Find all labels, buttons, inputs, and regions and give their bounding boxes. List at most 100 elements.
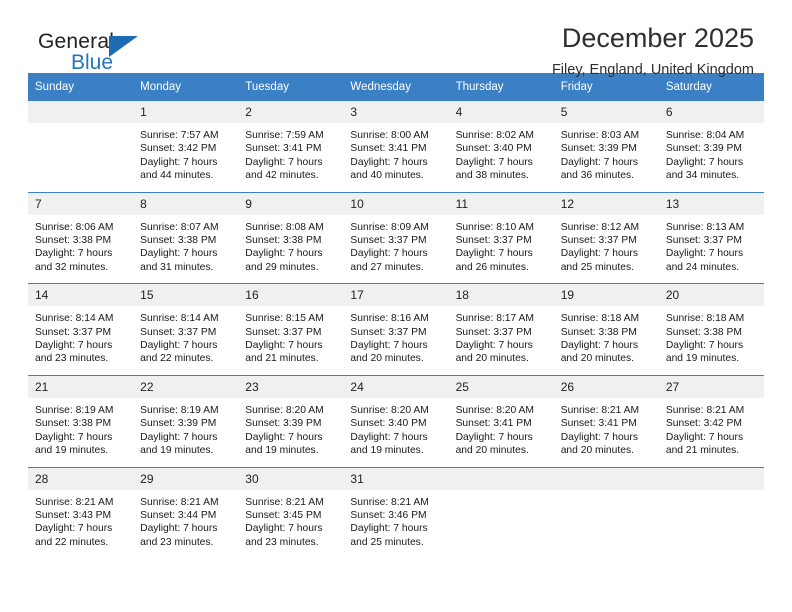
daylight-text-line2: and 20 minutes.	[455, 353, 529, 365]
sunset-text: Sunset: 3:37 PM	[140, 326, 217, 338]
calendar-day-cell[interactable]: 27 Sunrise: 8:21 AM Sunset: 3:42 PM Dayligh…	[658, 374, 764, 467]
calendar-day-cell[interactable]: 17 Sunrise: 8:16 AM Sunset: 3:37 PM Dayligh…	[343, 283, 449, 376]
calendar-day-cell[interactable]: 20 Sunrise: 8:18 AM Sunset: 3:38 PM Dayligh…	[658, 283, 764, 376]
sunrise-text: Sunrise: 7:59 AM	[245, 130, 324, 141]
day-sun-info: Sunrise: 8:14 AM Sunset: 3:37 PM Daylight:…	[28, 306, 133, 375]
calendar-day-cell[interactable]: 21 Sunrise: 8:19 AM Sunset: 3:38 PM Dayligh…	[28, 374, 134, 467]
calendar-day-cell[interactable]: 28 Sunrise: 8:21 AM Sunset: 3:43 PM Dayligh…	[28, 466, 134, 559]
sunrise-text: Sunrise: 8:02 AM	[455, 130, 534, 141]
calendar-day-cell[interactable]: 6 Sunrise: 8:04 AM Sunset: 3:39 PM Daylight…	[658, 101, 764, 193]
calendar-day-cell[interactable]: 14 Sunrise: 8:14 AM Sunset: 3:37 PM Dayligh…	[28, 283, 134, 376]
sunset-text: Sunset: 3:43 PM	[35, 509, 112, 521]
calendar-week-row: 28 Sunrise: 8:21 AM Sunset: 3:43 PM Dayligh…	[28, 466, 764, 559]
day-sun-info: Sunrise: 8:21 AM Sunset: 3:46 PM Daylight:…	[343, 490, 448, 559]
day-sun-info: Sunrise: 8:04 AM Sunset: 3:39 PM Daylight:…	[659, 123, 764, 192]
calendar-day-cell[interactable]: 31 Sunrise: 8:21 AM Sunset: 3:46 PM Dayligh…	[343, 466, 449, 559]
calendar-week-row: 7 Sunrise: 8:06 AM Sunset: 3:38 PM Daylight…	[28, 191, 764, 284]
calendar-day-cell[interactable]: 5 Sunrise: 8:03 AM Sunset: 3:39 PM Daylight…	[553, 101, 659, 193]
sunset-text: Sunset: 3:37 PM	[665, 235, 742, 247]
sunset-text: Sunset: 3:40 PM	[350, 418, 427, 430]
day-number: 18	[448, 284, 554, 307]
calendar-day-cell[interactable]: 16 Sunrise: 8:15 AM Sunset: 3:37 PM Dayligh…	[238, 283, 344, 376]
sunset-text: Sunset: 3:39 PM	[245, 418, 322, 430]
sunset-text: Sunset: 3:38 PM	[35, 418, 112, 430]
sunrise-text: Sunrise: 8:18 AM	[665, 313, 745, 325]
general-blue-logo[interactable]: General Blue	[38, 30, 148, 78]
calendar-day-cell[interactable]: 29 Sunrise: 8:21 AM Sunset: 3:44 PM Dayligh…	[133, 466, 239, 559]
daylight-text-line2: and 42 minutes.	[245, 170, 319, 182]
calendar-day-cell[interactable]: 15 Sunrise: 8:14 AM Sunset: 3:37 PM Dayligh…	[133, 283, 239, 376]
sunrise-text: Sunrise: 8:17 AM	[455, 313, 534, 325]
calendar-day-cell[interactable]: 30 Sunrise: 8:21 AM Sunset: 3:45 PM Dayligh…	[238, 466, 344, 559]
calendar-day-cell[interactable]: 2 Sunrise: 7:59 AM Sunset: 3:41 PM Daylight…	[238, 101, 344, 193]
calendar-day-cell[interactable]: 4 Sunrise: 8:02 AM Sunset: 3:40 PM Daylight…	[448, 101, 554, 193]
sunrise-text: Sunrise: 7:57 AM	[140, 130, 219, 141]
day-sun-info: Sunrise: 8:15 AM Sunset: 3:37 PM Daylight:…	[238, 306, 343, 375]
day-number: 20	[658, 284, 764, 307]
day-number: 17	[343, 284, 449, 307]
calendar-week-row: 21 Sunrise: 8:19 AM Sunset: 3:38 PM Dayligh…	[28, 374, 764, 467]
calendar-week-row: 1 Sunrise: 7:57 AM Sunset: 3:42 PM Daylight…	[28, 101, 764, 193]
sunset-text: Sunset: 3:41 PM	[245, 143, 322, 155]
daylight-text-line2: and 23 minutes.	[245, 536, 319, 548]
sunrise-text: Sunrise: 8:21 AM	[350, 496, 429, 508]
sunrise-text: Sunrise: 8:21 AM	[665, 404, 745, 416]
calendar-day-cell[interactable]: 26 Sunrise: 8:21 AM Sunset: 3:41 PM Dayligh…	[553, 374, 659, 467]
calendar-day-cell[interactable]: 19 Sunrise: 8:18 AM Sunset: 3:38 PM Dayligh…	[553, 283, 659, 376]
calendar-day-cell[interactable]: 9 Sunrise: 8:08 AM Sunset: 3:38 PM Daylight…	[238, 191, 344, 284]
calendar-day-cell[interactable]: 10 Sunrise: 8:09 AM Sunset: 3:37 PM Dayligh…	[343, 191, 449, 284]
day-number: 16	[238, 284, 344, 307]
daylight-text-line1: Daylight: 7 hours	[455, 431, 533, 443]
sunrise-text: Sunrise: 8:06 AM	[35, 221, 114, 233]
daylight-text-line1: Daylight: 7 hours	[560, 340, 638, 352]
sunset-text: Sunset: 3:44 PM	[140, 509, 217, 521]
sunrise-text: Sunrise: 8:19 AM	[35, 404, 114, 416]
calendar-day-cell[interactable]: 1 Sunrise: 7:57 AM Sunset: 3:42 PM Daylight…	[133, 101, 239, 193]
calendar-day-cell[interactable]: 7 Sunrise: 8:06 AM Sunset: 3:38 PM Daylight…	[28, 191, 134, 284]
calendar-day-cell[interactable]: 13 Sunrise: 8:13 AM Sunset: 3:37 PM Dayligh…	[658, 191, 764, 284]
sunset-text: Sunset: 3:38 PM	[35, 235, 112, 247]
calendar-day-cell[interactable]: 24 Sunrise: 8:20 AM Sunset: 3:40 PM Dayligh…	[343, 374, 449, 467]
calendar-day-cell[interactable]: 18 Sunrise: 8:17 AM Sunset: 3:37 PM Dayligh…	[448, 283, 554, 376]
day-sun-info: Sunrise: 8:19 AM Sunset: 3:39 PM Daylight:…	[133, 398, 238, 467]
calendar-day-cell[interactable]: 11 Sunrise: 8:10 AM Sunset: 3:37 PM Dayligh…	[448, 191, 554, 284]
sunrise-text: Sunrise: 8:21 AM	[245, 496, 324, 508]
calendar-page: General Blue December 2025 Filey, Englan…	[0, 0, 792, 612]
sunset-text: Sunset: 3:46 PM	[350, 509, 427, 521]
day-number: 31	[343, 467, 449, 490]
daylight-text-line1: Daylight: 7 hours	[245, 431, 323, 443]
sunset-text: Sunset: 3:37 PM	[350, 326, 427, 338]
daylight-text-line1: Daylight: 7 hours	[245, 248, 323, 260]
calendar-day-cell[interactable]: 8 Sunrise: 8:07 AM Sunset: 3:38 PM Daylight…	[133, 191, 239, 284]
sunrise-text: Sunrise: 8:20 AM	[245, 404, 324, 416]
daylight-text-line1: Daylight: 7 hours	[350, 156, 428, 168]
day-number: 5	[553, 101, 659, 123]
day-sun-info: Sunrise: 8:20 AM Sunset: 3:40 PM Daylight:…	[343, 398, 448, 467]
sunrise-text: Sunrise: 8:09 AM	[350, 221, 429, 233]
calendar-day-cell[interactable]: 25 Sunrise: 8:20 AM Sunset: 3:41 PM Dayligh…	[448, 374, 554, 467]
daylight-text-line1: Daylight: 7 hours	[35, 248, 113, 260]
daylight-text-line2: and 26 minutes.	[455, 261, 529, 273]
day-number: 15	[133, 284, 239, 307]
daylight-text-line2: and 25 minutes.	[350, 536, 424, 548]
daylight-text-line2: and 25 minutes.	[560, 261, 634, 273]
calendar-day-cell-empty	[658, 466, 764, 559]
calendar-day-cell[interactable]: 22 Sunrise: 8:19 AM Sunset: 3:39 PM Dayligh…	[133, 374, 239, 467]
day-number: 23	[238, 375, 344, 398]
daylight-text-line1: Daylight: 7 hours	[455, 340, 533, 352]
day-number: 10	[343, 192, 449, 215]
day-sun-info: Sunrise: 8:20 AM Sunset: 3:39 PM Daylight:…	[238, 398, 343, 467]
calendar-day-cell[interactable]: 3 Sunrise: 8:00 AM Sunset: 3:41 PM Daylight…	[343, 101, 449, 193]
sunset-text: Sunset: 3:38 PM	[560, 326, 637, 338]
daylight-text-line2: and 19 minutes.	[140, 445, 214, 457]
day-sun-info	[659, 490, 764, 547]
sunrise-text: Sunrise: 8:20 AM	[350, 404, 429, 416]
calendar-day-cell[interactable]: 12 Sunrise: 8:12 AM Sunset: 3:37 PM Dayligh…	[553, 191, 659, 284]
calendar-day-cell[interactable]: 23 Sunrise: 8:20 AM Sunset: 3:39 PM Dayligh…	[238, 374, 344, 467]
day-sun-info: Sunrise: 8:17 AM Sunset: 3:37 PM Daylight:…	[449, 306, 554, 375]
daylight-text-line1: Daylight: 7 hours	[560, 248, 638, 260]
day-number: 24	[343, 375, 449, 398]
day-sun-info: Sunrise: 8:20 AM Sunset: 3:41 PM Daylight:…	[449, 398, 554, 467]
day-number: 27	[658, 375, 764, 398]
day-sun-info: Sunrise: 8:07 AM Sunset: 3:38 PM Daylight:…	[133, 215, 238, 284]
